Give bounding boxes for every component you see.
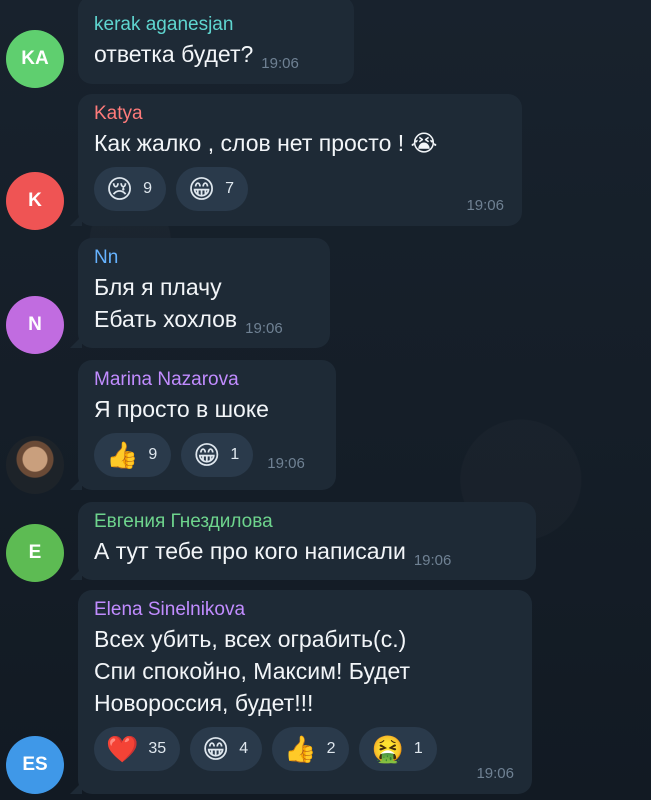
reaction-grin[interactable]: 😁 1 (181, 433, 254, 477)
reaction-vomit[interactable]: 🤮 1 (359, 727, 437, 771)
sender-name[interactable]: Marina Nazarova (94, 369, 322, 391)
reactions-bar: 👍 9 😁 1 19:06 (94, 433, 322, 477)
avatar[interactable]: N (6, 296, 64, 354)
reaction-heart[interactable]: ❤️ 35 (94, 727, 181, 771)
grinning-face-icon: 😁 (188, 174, 216, 204)
avatar[interactable]: K (6, 172, 64, 230)
message-text: Я просто в шоке (94, 393, 322, 425)
message-time: 19:06 (413, 552, 452, 569)
sender-name[interactable]: Katya (94, 103, 508, 125)
reaction-count: 2 (326, 740, 336, 757)
reaction-grin[interactable]: 😁 7 (176, 167, 249, 211)
vomiting-face-icon: 🤮 (371, 734, 404, 764)
reaction-count: 9 (148, 446, 158, 463)
avatar[interactable] (6, 436, 64, 494)
message-text: Как жалко , слов нет просто ! 😭 (94, 127, 508, 159)
avatar[interactable]: E (6, 524, 64, 582)
reactions-bar: 😢 9 😁 7 (94, 167, 508, 211)
message-bubble[interactable]: Евгения Гнездилова А тут тебе про кого н… (70, 502, 536, 580)
reaction-count: 9 (143, 180, 153, 197)
reactions-bar: ❤️ 35 😁 4 👍 2 🤮 1 (94, 727, 518, 771)
avatar[interactable]: ES (6, 736, 64, 794)
sender-name[interactable]: Евгения Гнездилова (94, 511, 522, 533)
message-time: 19:06 (245, 320, 283, 337)
sender-name[interactable]: kerak aganesjan (94, 14, 340, 36)
heart-icon: ❤️ (106, 734, 139, 764)
message-time: 19:06 (267, 454, 305, 472)
sender-name[interactable]: Nn (94, 247, 316, 269)
message-bubble[interactable]: Katya Как жалко , слов нет просто ! 😭 😢 … (70, 94, 522, 226)
message-line: Всех убить, всех ограбить(с.) (94, 626, 407, 652)
message-line: Как жалко , слов нет просто ! 😭 (94, 130, 438, 156)
message-line: Ебать хохлов (94, 306, 238, 332)
sender-name[interactable]: Elena Sinelnikova (94, 599, 518, 621)
reaction-count: 1 (413, 740, 423, 757)
message-line: Спи спокойно, Максим! Будет (94, 658, 411, 684)
reaction-count: 1 (230, 446, 240, 463)
grinning-face-icon: 😁 (193, 440, 221, 470)
message-bubble[interactable]: Marina Nazarova Я просто в шоке 👍 9 😁 1 … (70, 360, 336, 490)
reaction-count: 4 (239, 740, 249, 757)
message-bubble[interactable]: Nn Бля я плачу Ебать хохлов 19:06 (70, 238, 330, 348)
message-line: А тут тебе про кого написали (94, 538, 406, 564)
avatar[interactable]: KA (6, 30, 64, 88)
message-line: Я просто в шоке (94, 396, 269, 422)
message-line: ответка будет? (94, 41, 254, 67)
reaction-thumbs-up[interactable]: 👍 2 (272, 727, 350, 771)
message-text: Бля я плачу Ебать хохлов 19:06 (94, 271, 316, 339)
reaction-grin[interactable]: 😁 4 (190, 727, 263, 771)
message-line: Новороссия, будет!!! (94, 690, 314, 716)
reaction-crying[interactable]: 😢 9 (94, 167, 167, 211)
message-text: Всех убить, всех ограбить(с.) Спи спокой… (94, 623, 518, 719)
message-time: 19:06 (261, 55, 299, 72)
reaction-count: 35 (148, 740, 167, 757)
message-time: 19:06 (466, 197, 504, 214)
message-line: Бля я плачу (94, 274, 222, 300)
reaction-thumbs-up[interactable]: 👍 9 (94, 433, 172, 477)
crying-face-icon: 😢 (106, 174, 134, 204)
thumbs-up-icon: 👍 (284, 734, 317, 764)
grinning-face-icon: 😁 (202, 734, 230, 764)
message-time: 19:06 (476, 765, 514, 782)
message-bubble[interactable]: kerak aganesjan ответка будет? 19:06 (78, 0, 354, 84)
message-text: А тут тебе про кого написали 19:06 (94, 535, 522, 571)
message-text: ответка будет? 19:06 (94, 38, 340, 74)
message-bubble[interactable]: Elena Sinelnikova Всех убить, всех ограб… (70, 590, 532, 794)
thumbs-up-icon: 👍 (106, 440, 139, 470)
reaction-count: 7 (225, 180, 235, 197)
